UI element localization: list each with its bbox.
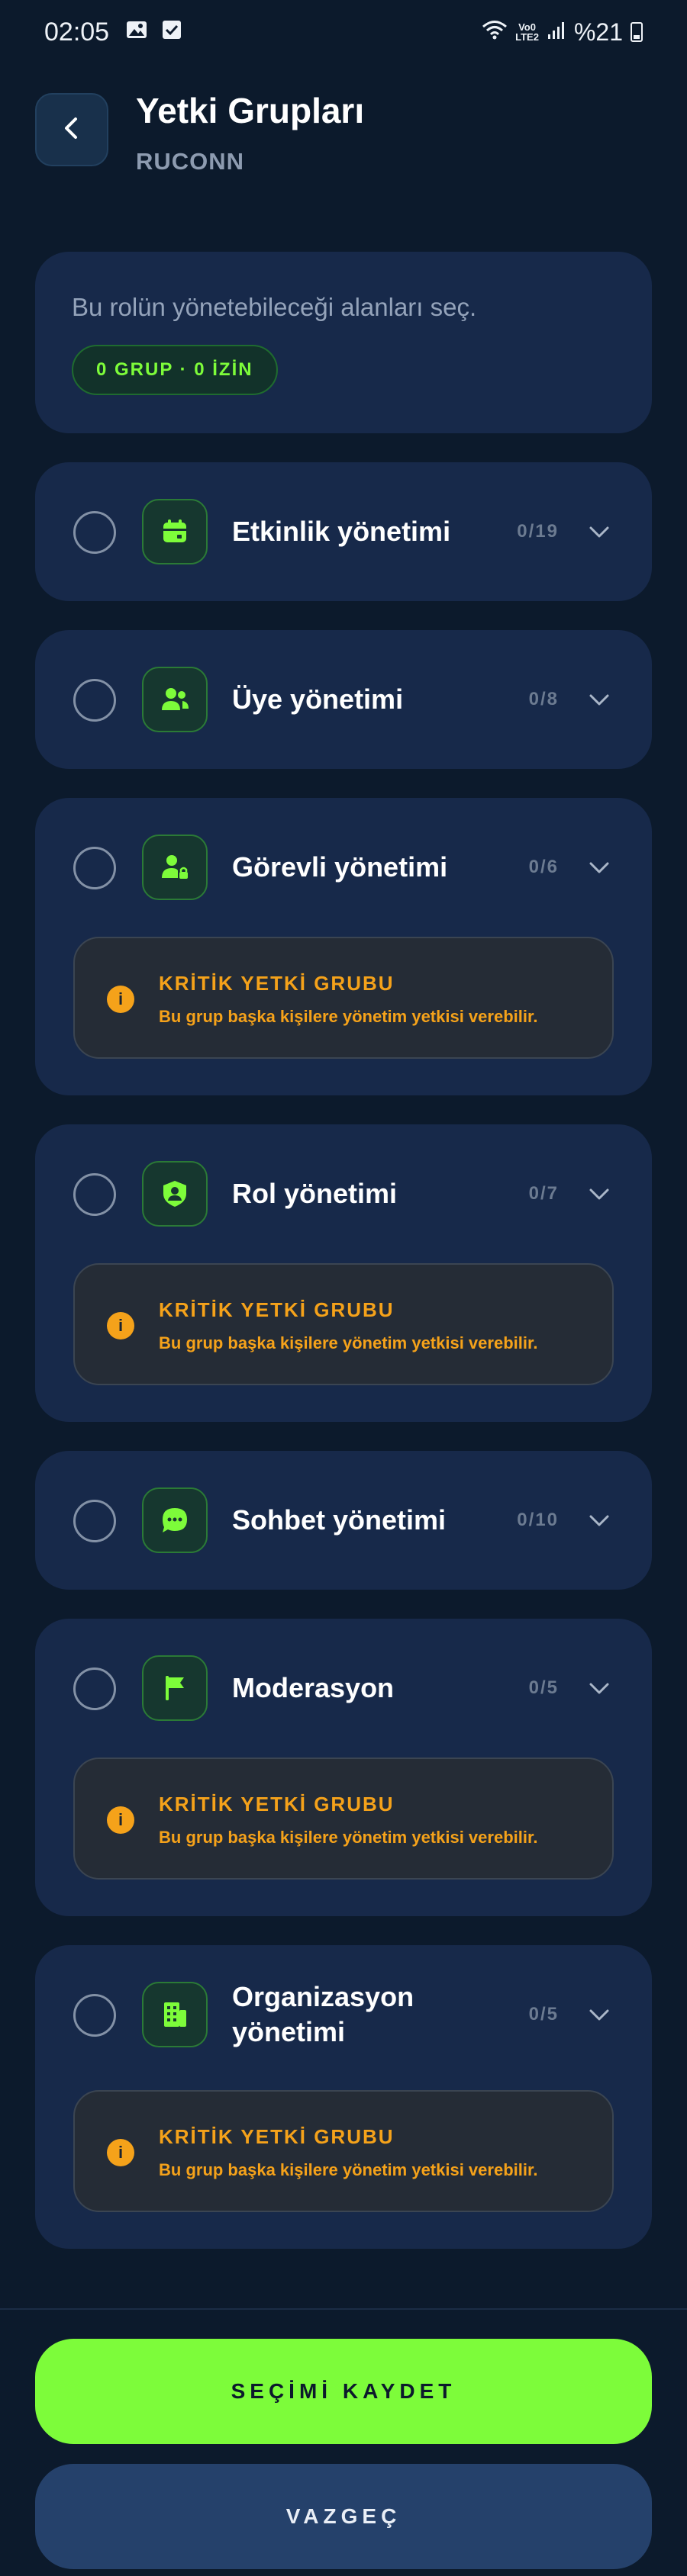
bottom-divider <box>0 2308 687 2310</box>
save-selection-button[interactable]: SEÇİMİ KAYDET <box>35 2339 652 2444</box>
group-header-row[interactable]: Üye yönetimi 0/8 <box>35 630 652 769</box>
check-square-icon <box>161 18 182 47</box>
group-count: 0/5 <box>528 1677 559 1698</box>
lte-label: LTE2 <box>515 31 539 43</box>
chevron-down-icon[interactable] <box>586 1675 612 1701</box>
group-label: Rol yönetimi <box>232 1178 398 1209</box>
group-count: 0/19 <box>517 521 559 542</box>
info-icon: i <box>107 986 134 1013</box>
permission-group-gorevli[interactable]: Görevli yönetimi 0/6 i KRİTİK YETKİ GRUB… <box>35 798 652 1095</box>
calendar-icon <box>142 499 208 564</box>
warning-title: KRİTİK YETKİ GRUBU <box>159 2125 395 2148</box>
critical-warning: i KRİTİK YETKİ GRUBU Bu grup başka kişil… <box>73 2090 614 2212</box>
permission-group-moderasyon[interactable]: Moderasyon 0/5 i KRİTİK YETKİ GRUBU Bu g… <box>35 1619 652 1916</box>
status-bar: 02:05 Vo0 LTE2 %21 <box>0 0 687 64</box>
building-icon <box>142 1982 208 2047</box>
group-count: 0/10 <box>517 1510 559 1530</box>
shield-user-icon <box>142 1161 208 1227</box>
chevron-down-icon[interactable] <box>586 1507 612 1533</box>
info-icon: i <box>107 1806 134 1834</box>
critical-warning: i KRİTİK YETKİ GRUBU Bu grup başka kişil… <box>73 937 614 1059</box>
warning-description: Bu grup başka kişilere yönetim yetkisi v… <box>159 1828 538 1847</box>
warning-description: Bu grup başka kişilere yönetim yetkisi v… <box>159 2160 538 2179</box>
wifi-icon <box>482 18 508 47</box>
group-select-radio[interactable] <box>73 847 116 889</box>
group-header-row[interactable]: Organizasyon yönetimi 0/5 <box>35 1945 652 2084</box>
warning-title: KRİTİK YETKİ GRUBU <box>159 1793 395 1815</box>
flag-icon <box>142 1655 208 1721</box>
chevron-down-icon[interactable] <box>586 1181 612 1207</box>
group-label: Organizasyon yönetimi <box>232 1981 414 2047</box>
chat-icon <box>142 1487 208 1553</box>
group-select-radio[interactable] <box>73 1173 116 1216</box>
image-icon <box>126 18 147 47</box>
info-icon: i <box>107 1312 134 1339</box>
permission-group-sohbet[interactable]: Sohbet yönetimi 0/10 <box>35 1451 652 1590</box>
critical-warning: i KRİTİK YETKİ GRUBU Bu grup başka kişil… <box>73 1758 614 1880</box>
group-select-radio[interactable] <box>73 679 116 722</box>
group-select-radio[interactable] <box>73 1667 116 1710</box>
group-select-radio[interactable] <box>73 1994 116 2037</box>
critical-warning: i KRİTİK YETKİ GRUBU Bu grup başka kişil… <box>73 1263 614 1385</box>
chevron-down-icon[interactable] <box>586 854 612 880</box>
chevron-down-icon[interactable] <box>586 687 612 712</box>
intro-card: Bu rolün yönetebileceği alanları seç. 0 … <box>35 252 652 433</box>
group-label: Etkinlik yönetimi <box>232 516 451 547</box>
group-count: 0/8 <box>528 689 559 709</box>
warning-description: Bu grup başka kişilere yönetim yetkisi v… <box>159 1007 538 1026</box>
group-label: Üye yönetimi <box>232 683 404 715</box>
group-label: Sohbet yönetimi <box>232 1504 447 1536</box>
group-label: Görevli yönetimi <box>232 851 448 883</box>
group-header-row[interactable]: Etkinlik yönetimi 0/19 <box>35 462 652 601</box>
warning-description: Bu grup başka kişilere yönetim yetkisi v… <box>159 1333 538 1352</box>
group-count: 0/6 <box>528 857 559 877</box>
users-icon <box>142 667 208 732</box>
back-button[interactable] <box>35 93 108 166</box>
status-time: 02:05 <box>44 17 110 47</box>
chevron-down-icon[interactable] <box>586 2002 612 2028</box>
group-select-radio[interactable] <box>73 511 116 554</box>
permission-group-organizasyon[interactable]: Organizasyon yönetimi 0/5 i KRİTİK YETKİ… <box>35 1945 652 2249</box>
group-select-radio[interactable] <box>73 1500 116 1542</box>
user-lock-icon <box>142 835 208 900</box>
page-title: Yetki Grupları <box>136 91 365 130</box>
chevron-down-icon[interactable] <box>586 519 612 545</box>
selection-summary-badge: 0 GRUP · 0 İZİN <box>72 345 278 395</box>
group-header-row[interactable]: Rol yönetimi 0/7 <box>35 1124 652 1263</box>
battery-icon <box>631 22 643 42</box>
group-header-row[interactable]: Görevli yönetimi 0/6 <box>35 798 652 937</box>
cancel-button[interactable]: VAZGEÇ <box>35 2464 652 2569</box>
group-header-row[interactable]: Sohbet yönetimi 0/10 <box>35 1451 652 1590</box>
warning-title: KRİTİK YETKİ GRUBU <box>159 1298 395 1321</box>
group-count: 0/5 <box>528 2004 559 2024</box>
group-label: Moderasyon <box>232 1672 395 1703</box>
header: Yetki Grupları RUCONN <box>0 90 687 182</box>
chevron-left-icon <box>56 113 87 147</box>
network-indicator: Vo0 LTE2 <box>515 22 539 42</box>
signal-icon <box>547 18 566 47</box>
intro-text: Bu rolün yönetebileceği alanları seç. <box>72 293 477 321</box>
page-subtitle: RUCONN <box>136 148 245 175</box>
group-count: 0/7 <box>528 1183 559 1204</box>
group-header-row[interactable]: Moderasyon 0/5 <box>35 1619 652 1758</box>
warning-title: KRİTİK YETKİ GRUBU <box>159 972 395 995</box>
info-icon: i <box>107 2139 134 2166</box>
permission-group-uye[interactable]: Üye yönetimi 0/8 <box>35 630 652 769</box>
battery-text: %21 <box>573 18 623 46</box>
permission-group-rol[interactable]: Rol yönetimi 0/7 i KRİTİK YETKİ GRUBU Bu… <box>35 1124 652 1422</box>
permission-group-etkinlik[interactable]: Etkinlik yönetimi 0/19 <box>35 462 652 601</box>
